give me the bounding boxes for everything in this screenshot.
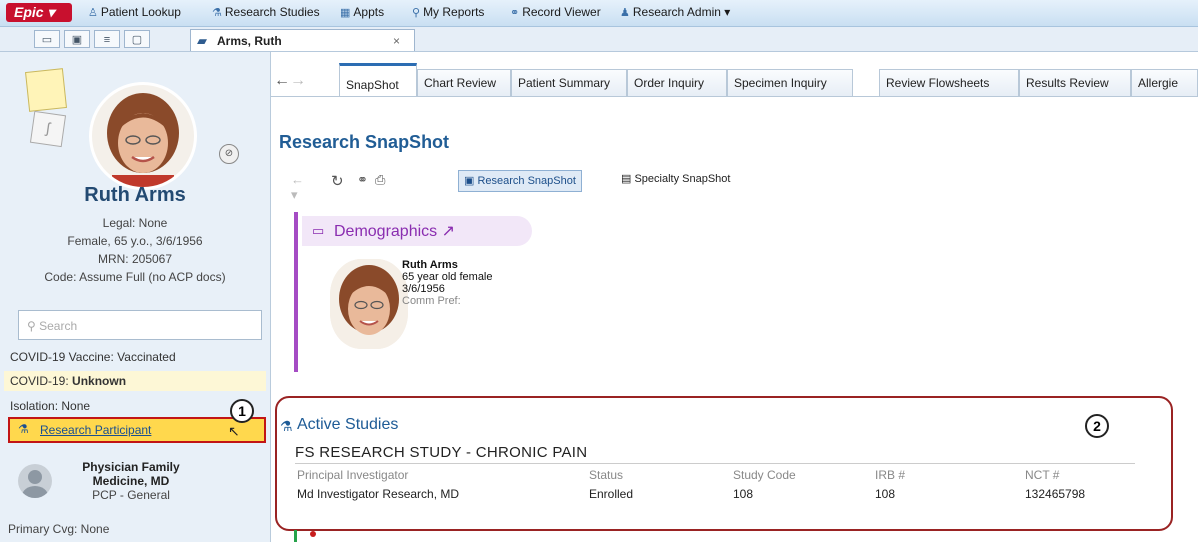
research-participant-link[interactable]: ⚗ Research Participant ↖ (8, 417, 266, 443)
snapshot-icon: ▣ (464, 175, 478, 187)
isolation-status: Isolation: None (10, 399, 91, 413)
epic-menu-button[interactable]: Epic ▾ (6, 3, 72, 22)
callout-badge-1: 1 (230, 399, 254, 423)
cell-study-code: 108 (733, 487, 754, 501)
print-icon[interactable]: ⎙ (375, 172, 385, 188)
callout-badge-2: 2 (1085, 414, 1109, 438)
desktop-icon[interactable]: ▭ (34, 30, 60, 48)
edit-photo-icon[interactable]: ⊘ (219, 144, 239, 164)
demo-age-sex: 65 year old female (402, 271, 493, 283)
nav-arrows: ←→ (274, 72, 324, 94)
tab-underline (271, 96, 1198, 97)
col-header-irb: IRB # (875, 468, 906, 482)
active-studies-section: ⚗ Active Studies 2 FS RESEARCH STUDY - C… (275, 396, 1173, 531)
research-participant-label: Research Participant (40, 423, 152, 437)
menu-my-reports[interactable]: ⚲ My Reports (412, 5, 484, 19)
back-arrow-icon[interactable]: ← ▾ (291, 172, 304, 203)
search-icon: ⚲ (412, 7, 421, 19)
tab-allergies[interactable]: Allergie (1131, 69, 1198, 97)
col-header-pi: Principal Investigator (297, 468, 409, 482)
patient-sidebar: ʃ ⊘ Ruth Arms Legal: None Female, 65 y.o… (0, 52, 271, 542)
patient-tab[interactable]: ▰ Arms, Ruth × (190, 29, 415, 51)
col-header-study-code: Study Code (733, 468, 796, 482)
demo-dob: 3/6/1956 (402, 283, 445, 295)
document-icon: ▤ (621, 173, 635, 185)
col-header-nct: NCT # (1025, 468, 1060, 482)
research-icon: ⚗ (18, 422, 29, 436)
top-menu-bar: Epic ▾ ♙ Patient Lookup ⚗ Research Studies… (0, 0, 1198, 27)
research-icon: ⚗ (280, 418, 293, 434)
stethoscope-icon[interactable]: ʃ (29, 110, 67, 148)
tab-snapshot[interactable]: SnapShot (339, 63, 417, 97)
alert-dot (310, 531, 316, 537)
close-icon[interactable]: × (393, 34, 400, 48)
folder-icon: ▰ (197, 33, 207, 48)
research-snapshot-button[interactable]: ▣ Research SnapShot (458, 170, 582, 192)
demo-comm-pref: Comm Pref: (402, 295, 461, 307)
cell-irb: 108 (875, 487, 896, 501)
monitor-icon[interactable]: ▣ (64, 30, 90, 48)
sticky-note-icon[interactable] (25, 68, 67, 112)
chat-icon[interactable]: ▢ (124, 30, 150, 48)
covid-status: COVID-19: Unknown (10, 374, 127, 388)
tab-order-inquiry[interactable]: Order Inquiry (627, 69, 727, 97)
tab-results-review[interactable]: Results Review (1019, 69, 1131, 97)
search-icon: ⚲ (27, 319, 40, 333)
section-accent-bar (294, 530, 297, 542)
code-status: Code: Assume Full (no ACP docs) (44, 270, 226, 284)
cursor-icon: ↖ (228, 423, 240, 439)
admin-icon: ♟ (620, 7, 630, 19)
tab-review-flowsheets[interactable]: Review Flowsheets (879, 69, 1019, 97)
specialty-snapshot-button[interactable]: ▤ Specialty SnapShot (621, 172, 730, 185)
menu-research-admin[interactable]: ♟ Research Admin ▾ (620, 5, 730, 19)
demographics-header[interactable]: ▭ Demographics ↗ (302, 216, 532, 246)
pcp-name[interactable]: Physician Family Medicine, MD (56, 460, 206, 488)
tab-specimen-inquiry[interactable]: Specimen Inquiry (727, 69, 853, 97)
search-placeholder: ⚲ Search (27, 319, 78, 333)
sidebar-search-input[interactable]: ⚲ Search (18, 310, 262, 340)
binoculars-icon[interactable]: ⚭ (357, 172, 368, 188)
research-icon: ⚗ (212, 7, 222, 19)
patient-photo-small (330, 259, 408, 349)
patient-mrn: MRN: 205067 (97, 252, 173, 266)
back-arrow-icon[interactable]: ← (274, 72, 290, 89)
demo-name: Ruth Arms (402, 259, 458, 271)
covid-vaccine-status: COVID-19 Vaccine: Vaccinated (10, 350, 176, 364)
demographics-title: Demographics ↗ (334, 223, 456, 240)
pcp-role: PCP - General (92, 488, 170, 502)
pcp-avatar (18, 464, 52, 498)
cell-pi: Md Investigator Research, MD (297, 487, 460, 501)
demographics-section: ▭ Demographics ↗ Ruth Arms 65 year old f… (294, 212, 1198, 372)
primary-coverage: Primary Cvg: None (8, 522, 110, 536)
active-studies-title: Active Studies (297, 416, 399, 433)
patient-photo (89, 82, 197, 190)
forward-arrow-icon[interactable]: → (290, 72, 306, 89)
patient-name: Ruth Arms (84, 184, 186, 206)
study-name[interactable]: FS RESEARCH STUDY - CHRONIC PAIN (295, 444, 1135, 464)
menu-research-studies[interactable]: ⚗ Research Studies (212, 5, 320, 19)
tab-chart-review[interactable]: Chart Review (417, 69, 511, 97)
id-card-icon: ▭ (312, 223, 325, 238)
menu-appts[interactable]: ▦ Appts (340, 5, 384, 19)
refresh-icon[interactable]: ↻ (331, 172, 344, 190)
menu-patient-lookup[interactable]: ♙ Patient Lookup (88, 5, 181, 19)
list-icon[interactable]: ≡ (94, 30, 120, 48)
page-title: Research SnapShot (279, 132, 450, 152)
col-header-status: Status (589, 468, 624, 482)
patient-tab-label: Arms, Ruth (217, 34, 282, 48)
menu-record-viewer[interactable]: ⚭ Record Viewer (510, 5, 601, 19)
person-icon: ♙ (88, 7, 98, 19)
cell-nct: 132465798 (1025, 487, 1086, 501)
calendar-icon: ▦ (340, 7, 351, 19)
legal-name: Legal: None (102, 216, 168, 230)
cell-status: Enrolled (589, 487, 634, 501)
binoculars-icon: ⚭ (510, 7, 520, 19)
patient-demographics: Female, 65 y.o., 3/6/1956 (67, 234, 203, 248)
workspace-tab-strip: ▭ ▣ ≡ ▢ ▰ Arms, Ruth × (0, 27, 1198, 52)
tab-patient-summary[interactable]: Patient Summary (511, 69, 627, 97)
